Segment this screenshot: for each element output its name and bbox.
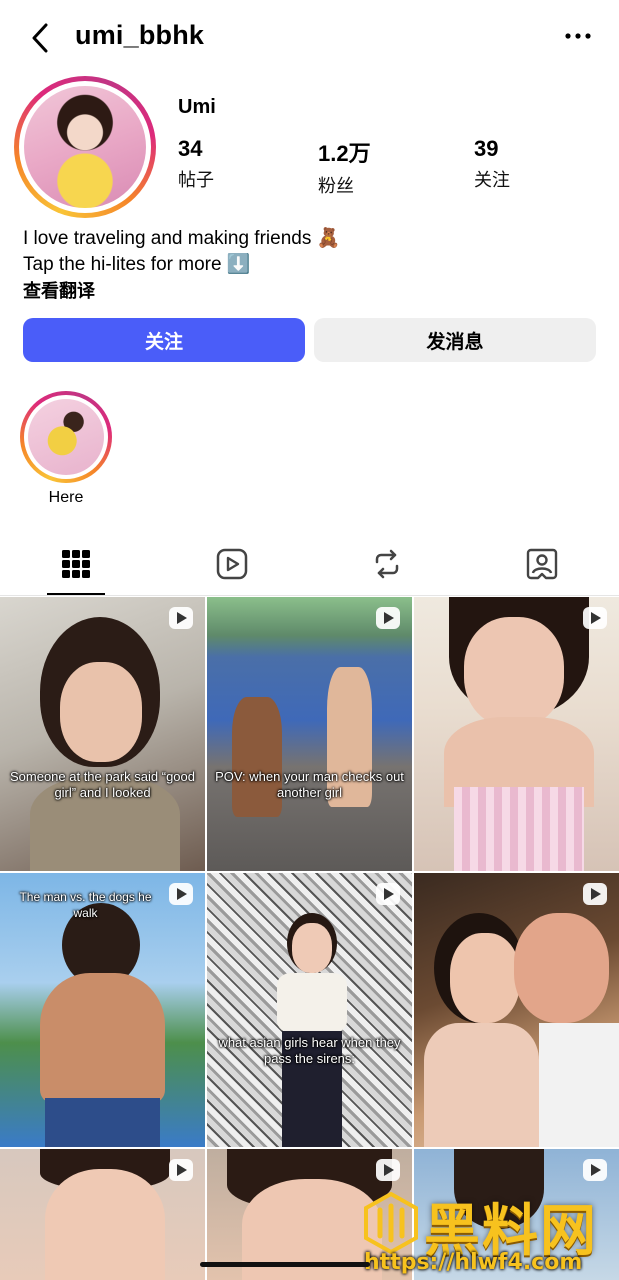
reel-badge: [583, 1159, 607, 1181]
stat-following[interactable]: 39 关注: [474, 136, 510, 192]
tab-reels[interactable]: [214, 546, 250, 582]
reel-play-icon: [384, 1164, 394, 1176]
avatar-photo: [24, 86, 146, 208]
reel-badge: [376, 1159, 400, 1181]
stat-label: 粉丝: [318, 176, 354, 196]
reel-play-icon: [591, 1164, 601, 1176]
tab-reposts[interactable]: [369, 546, 405, 582]
post-tile[interactable]: [0, 1149, 205, 1280]
profile-bio: I love traveling and making friends 🧸 Ta…: [23, 226, 340, 304]
post-tile[interactable]: Someone at the park said “good girl” and…: [0, 597, 205, 871]
post-tile[interactable]: what asian girls hear when they pass the…: [207, 873, 412, 1147]
reel-badge: [169, 883, 193, 905]
grid-icon: [62, 550, 90, 578]
more-options-button[interactable]: [563, 26, 593, 46]
watermark-url: https://hlwf4.com: [364, 1250, 583, 1275]
bio-line: I love traveling and making friends 🧸: [23, 228, 341, 249]
story-highlight[interactable]: [20, 391, 112, 483]
stat-value: 1.2万: [318, 141, 371, 166]
post-caption: POV: when your man checks out another gi…: [215, 769, 404, 800]
stat-value: 39: [474, 136, 499, 161]
reel-play-icon: [384, 888, 394, 900]
stat-posts[interactable]: 34 帖子: [178, 136, 214, 192]
reel-badge: [583, 607, 607, 629]
reel-badge: [169, 607, 193, 629]
display-name: Umi: [178, 96, 216, 118]
post-tile[interactable]: POV: when your man checks out another gi…: [207, 597, 412, 871]
post-tile[interactable]: The man vs. the dogs he walk: [0, 873, 205, 1147]
bio-line: Tap the hi-lites for more ⬇️: [23, 254, 251, 275]
top-bar: umi_bbhk: [0, 0, 619, 78]
reel-play-icon: [384, 612, 394, 624]
post-caption: The man vs. the dogs he walk: [19, 890, 152, 920]
tab-tagged[interactable]: [524, 546, 560, 582]
back-button[interactable]: [24, 20, 56, 56]
post-tile[interactable]: [414, 873, 619, 1147]
highlight-label: Here: [48, 489, 84, 506]
post-caption: Someone at the park said “good girl” and…: [9, 769, 195, 800]
reel-play-icon: [591, 612, 601, 624]
watermark-logo-icon: [364, 1192, 418, 1254]
more-horizontal-icon: [565, 33, 591, 39]
reel-badge: [583, 883, 607, 905]
profile-avatar[interactable]: [14, 76, 156, 218]
reel-badge: [169, 1159, 193, 1181]
repost-icon: [375, 549, 399, 579]
reel-play-icon: [177, 1164, 187, 1176]
tab-posts-grid[interactable]: [58, 546, 94, 582]
reel-play-icon: [177, 612, 187, 624]
highlight-cover: [28, 399, 104, 475]
reel-badge: [376, 607, 400, 629]
watermark: 黑料网 https://hlwf4.com: [362, 1188, 612, 1276]
stat-followers[interactable]: 1.2万 粉丝: [318, 136, 371, 198]
home-indicator[interactable]: [200, 1262, 370, 1267]
tagged-person-icon: [526, 548, 558, 580]
post-tile[interactable]: [414, 597, 619, 871]
follow-button[interactable]: 关注: [23, 318, 305, 362]
see-translation-link[interactable]: 查看翻译: [23, 278, 340, 304]
reel-play-icon: [591, 888, 601, 900]
reel-badge: [376, 883, 400, 905]
profile-tabs: [0, 532, 619, 596]
stat-value: 34: [178, 136, 203, 161]
message-button[interactable]: 发消息: [314, 318, 596, 362]
stat-label: 帖子: [178, 170, 214, 190]
post-caption: what asian girls hear when they pass the…: [218, 1035, 401, 1066]
reel-play-icon: [177, 888, 187, 900]
chevron-left-icon: [32, 23, 48, 53]
profile-username: umi_bbhk: [75, 20, 205, 50]
active-tab-indicator: [47, 593, 105, 595]
stat-label: 关注: [474, 170, 510, 190]
reels-icon: [216, 548, 248, 580]
